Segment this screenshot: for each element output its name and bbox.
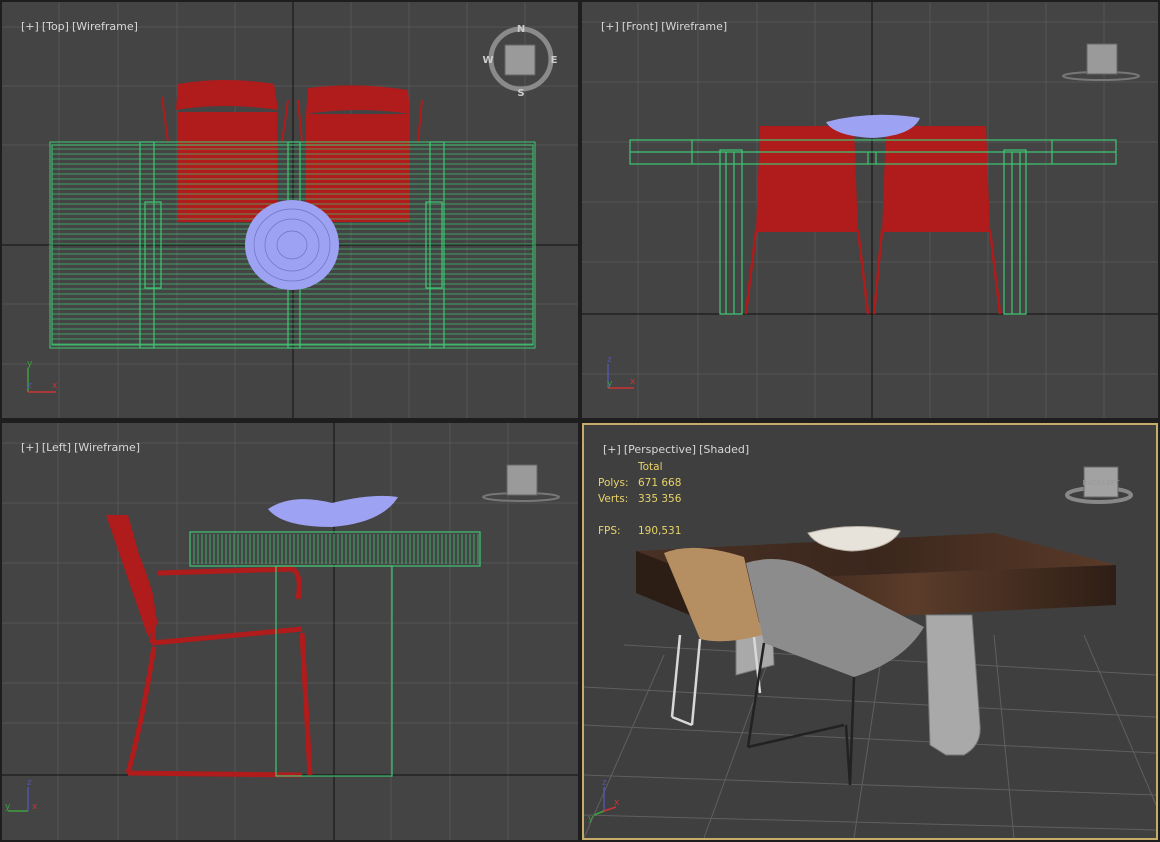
- viewport-label-front[interactable]: [+] [Front] [Wireframe]: [587, 7, 730, 46]
- viewport-view-menu[interactable]: [Front]: [622, 20, 658, 33]
- viewport-view-menu[interactable]: [Top]: [42, 20, 69, 33]
- stats-header: Total: [638, 461, 663, 473]
- stats-verts-value: 335 356: [638, 493, 682, 505]
- viewcube-perspective[interactable]: BACK LEFT: [1065, 466, 1133, 504]
- axis-gizmo-front: z x y: [607, 355, 636, 389]
- viewport-perspective[interactable]: BACK LEFT z x y [+] [Perspective] [Shaded]…: [582, 423, 1158, 840]
- axis-z-label: z: [27, 381, 32, 391]
- top-chair-left: [176, 80, 278, 222]
- top-bowl: [245, 200, 339, 290]
- viewcube-top-label: TOP: [512, 57, 527, 65]
- axis-z-label: z: [602, 778, 607, 788]
- top-view-scene: TOP N S E W y z x: [2, 2, 578, 418]
- viewcube-top[interactable]: TOP N S E W: [482, 24, 557, 99]
- left-view-scene: LEFT z y x: [2, 423, 578, 840]
- viewcube-front-label: FRONT: [1090, 56, 1115, 64]
- viewport-shading-menu[interactable]: [Shaded]: [699, 443, 749, 456]
- viewport-plus-menu[interactable]: [+]: [21, 20, 39, 33]
- viewport-view-menu[interactable]: [Left]: [42, 441, 71, 454]
- viewport-plus-menu[interactable]: [+]: [601, 20, 619, 33]
- viewport-plus-menu[interactable]: [+]: [603, 443, 621, 456]
- viewport-top[interactable]: TOP N S E W y z x [+] [Top] [Wireframe]: [2, 2, 578, 418]
- stats-verts-label: Verts:: [598, 493, 629, 505]
- axis-x-label: x: [630, 377, 636, 387]
- viewport-shading-menu[interactable]: [Wireframe]: [661, 20, 727, 33]
- axis-gizmo-left: z y x: [5, 778, 38, 812]
- compass-s-label: S: [517, 88, 524, 99]
- axis-x-label: x: [52, 381, 58, 391]
- axis-z-label: z: [607, 355, 612, 365]
- axis-x-label: x: [614, 798, 620, 808]
- front-view-scene: FRONT z x y: [582, 2, 1158, 418]
- left-bowl: [268, 495, 398, 527]
- axis-z-label: z: [27, 778, 32, 788]
- front-chair-right: [882, 126, 990, 232]
- viewcube-front[interactable]: FRONT: [1062, 43, 1140, 81]
- left-chair: [110, 516, 313, 778]
- axis-y-label: y: [5, 802, 11, 812]
- axis-y-label: y: [607, 379, 613, 389]
- viewcube-left[interactable]: LEFT: [482, 464, 560, 502]
- viewcube-back-label: BACK: [1083, 479, 1102, 487]
- axis-gizmo-perspective: z x y: [588, 778, 620, 824]
- viewport-front[interactable]: FRONT z x y [+] [Front] [Wireframe]: [582, 2, 1158, 418]
- compass-w-label: W: [482, 55, 493, 66]
- stats-fps-value: 190,531: [638, 525, 682, 537]
- compass-e-label: E: [551, 55, 558, 66]
- axis-x-label: x: [32, 802, 38, 812]
- viewport-shading-menu[interactable]: [Wireframe]: [74, 441, 140, 454]
- stats-polys-label: Polys:: [598, 477, 629, 489]
- axis-y-label: y: [588, 814, 594, 824]
- viewcube-left-label: LEFT: [514, 477, 531, 485]
- front-table-wireframe: [629, 139, 1117, 315]
- viewport-left[interactable]: LEFT z y x [+] [Left] [Wireframe]: [2, 423, 578, 840]
- viewport-statistics: Total Polys: 671 668 Verts: 335 356 FPS: 19…: [598, 459, 681, 539]
- viewcube-left-face-label: LEFT: [1103, 479, 1120, 487]
- compass-n-label: N: [517, 24, 525, 35]
- viewport-label-left[interactable]: [+] [Left] [Wireframe]: [7, 428, 143, 467]
- stats-fps-label: FPS:: [598, 525, 621, 537]
- viewport-view-menu[interactable]: [Perspective]: [624, 443, 696, 456]
- front-chair-left: [756, 126, 858, 232]
- viewport-plus-menu[interactable]: [+]: [21, 441, 39, 454]
- axis-y-label: y: [27, 359, 33, 369]
- stats-polys-value: 671 668: [638, 477, 682, 489]
- viewport-shading-menu[interactable]: [Wireframe]: [72, 20, 138, 33]
- viewport-label-top[interactable]: [+] [Top] [Wireframe]: [7, 7, 141, 46]
- persp-chair-tan: [664, 547, 762, 727]
